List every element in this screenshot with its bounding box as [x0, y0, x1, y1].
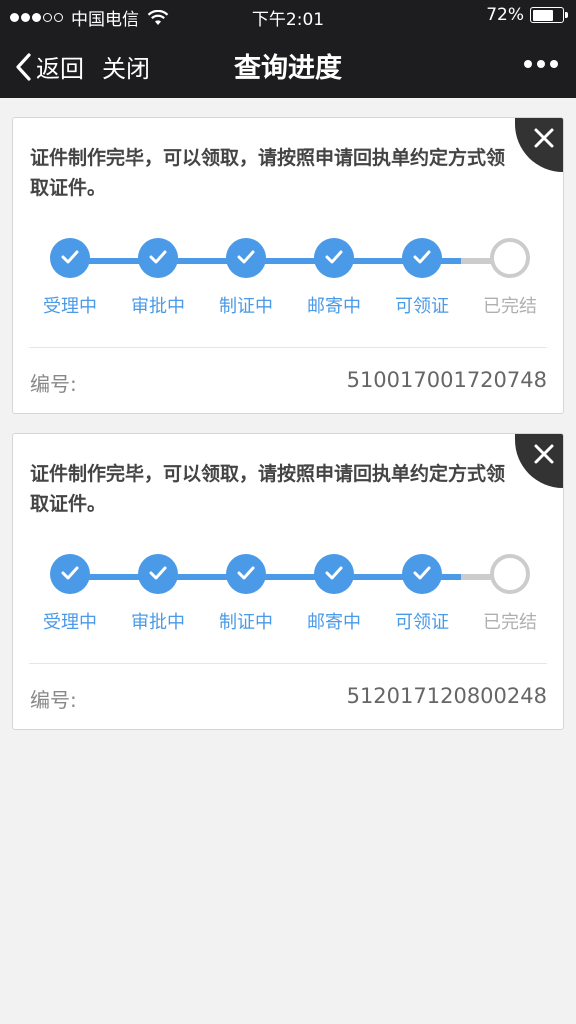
status-message: 证件制作完毕，可以领取，请按照申请回执单约定方式领取证件。	[30, 147, 506, 199]
step-circle	[226, 554, 266, 594]
step-label: 受理中	[43, 612, 97, 633]
step-label: 审批中	[131, 612, 185, 633]
battery-level	[532, 9, 554, 21]
page-title: 查询进度	[234, 53, 342, 84]
step-circle	[226, 238, 266, 278]
step-circle-pending	[490, 238, 530, 278]
check-icon	[61, 566, 79, 580]
divider	[29, 347, 547, 348]
more-menu-button[interactable]	[519, 60, 558, 68]
step-label: 已完结	[483, 612, 537, 633]
step-label: 受理中	[43, 296, 97, 317]
status-bar: 中国电信 下午2:01 72%	[0, 0, 576, 32]
status-message: 证件制作完毕，可以领取，请按照申请回执单约定方式领取证件。	[30, 463, 506, 515]
number-label: 编号:	[30, 372, 77, 396]
check-icon	[325, 250, 343, 264]
check-icon	[237, 250, 255, 264]
back-label: 返回	[36, 55, 84, 83]
progress-card: 证件制作完毕，可以领取，请按照申请回执单约定方式领取证件。 受理中 审批中 制证…	[12, 117, 564, 414]
chevron-left-icon	[16, 52, 31, 81]
check-icon	[413, 566, 431, 580]
nav-bar: 返回 关闭 查询进度	[0, 32, 576, 98]
step-circle	[50, 554, 90, 594]
close-icon	[534, 128, 554, 148]
card-close-button[interactable]	[515, 434, 563, 488]
progress-card: 证件制作完毕，可以领取，请按照申请回执单约定方式领取证件。 受理中 审批中 制证…	[12, 433, 564, 730]
step-label: 制证中	[219, 612, 273, 633]
step-circle	[402, 554, 442, 594]
step-circle	[314, 238, 354, 278]
step-label: 已完结	[483, 296, 537, 317]
close-icon	[534, 444, 554, 464]
progress-stepper: 受理中 审批中 制证中 邮寄中 可领证 已完结	[13, 238, 563, 328]
step-label: 制证中	[219, 296, 273, 317]
status-right: 72%	[486, 5, 568, 25]
check-icon	[237, 566, 255, 580]
check-icon	[325, 566, 343, 580]
check-icon	[413, 250, 431, 264]
check-icon	[61, 250, 79, 264]
close-button[interactable]: 关闭	[102, 49, 150, 84]
battery-icon	[530, 7, 568, 23]
step-circle-pending	[490, 554, 530, 594]
battery-percent: 72%	[486, 5, 524, 25]
step-circle	[50, 238, 90, 278]
step-circle	[138, 238, 178, 278]
step-circle	[402, 238, 442, 278]
step-label: 邮寄中	[307, 296, 361, 317]
step-circle	[314, 554, 354, 594]
back-button[interactable]: 返回	[14, 49, 84, 84]
card-close-button[interactable]	[515, 118, 563, 172]
progress-stepper: 受理中 审批中 制证中 邮寄中 可领证 已完结	[13, 554, 563, 644]
number-label: 编号:	[30, 688, 77, 712]
step-label: 可领证	[395, 296, 449, 317]
check-icon	[149, 566, 167, 580]
step-circle	[138, 554, 178, 594]
check-icon	[149, 250, 167, 264]
application-number: 512017120800248	[346, 684, 547, 708]
step-label: 可领证	[395, 612, 449, 633]
step-label: 审批中	[131, 296, 185, 317]
step-label: 邮寄中	[307, 612, 361, 633]
divider	[29, 663, 547, 664]
application-number: 510017001720748	[346, 368, 547, 392]
